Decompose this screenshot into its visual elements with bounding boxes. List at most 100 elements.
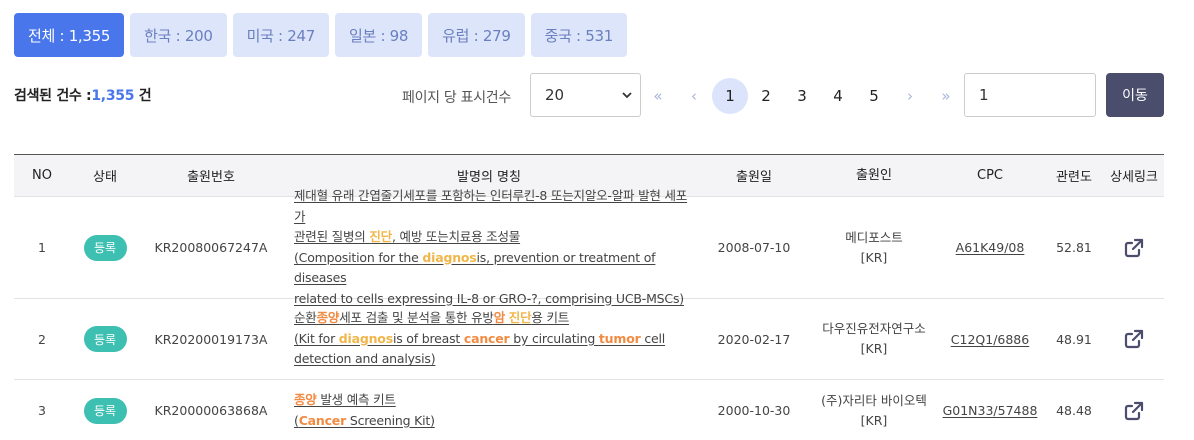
results-table: NO 상태 출원번호 발명의 명칭 출원일 출원인 CPC 관련도 상세링크 1… xyxy=(14,154,1164,440)
keyword-highlight: diagnos xyxy=(422,249,477,265)
tab-all[interactable]: 전체 : 1,355 xyxy=(14,13,125,57)
link-cell xyxy=(1104,399,1164,423)
row-no: 3 xyxy=(38,403,46,418)
title-text: (Composition for the xyxy=(294,249,423,265)
applicant-country: [KR] xyxy=(860,341,888,356)
header-title: 발명의 명칭 xyxy=(457,170,521,185)
pager-page-1[interactable]: 1 xyxy=(712,78,748,114)
cpc-cell: A61K49/08 xyxy=(936,240,1044,255)
external-link-icon[interactable] xyxy=(1122,236,1146,260)
goto-button[interactable]: 이동 xyxy=(1106,73,1164,117)
header-relevance: 관련도 xyxy=(1056,170,1092,185)
per-page-value: 20 xyxy=(545,86,565,104)
keyword-highlight: tumor xyxy=(598,330,641,346)
keyword-highlight: 진단 xyxy=(369,229,392,244)
table-row: 3 등록 KR20000063868A 종양 발생 예측 키트 (Cancer … xyxy=(14,379,1164,440)
title-text: , 예방 또는치료용 조성물 xyxy=(391,229,521,244)
invention-title-link[interactable]: 순환종양세포 검출 및 분석을 통한 유방암 진단용 키트 (Kit for d… xyxy=(282,308,696,370)
title-line: 종양 발생 예측 키트 xyxy=(294,390,696,411)
applicant: (주)자리타 바이오텍 [KR] xyxy=(812,391,936,431)
applicant: 메디포스트 [KR] xyxy=(812,228,936,268)
header-no: NO xyxy=(32,168,52,183)
status-cell: 등록 xyxy=(70,326,140,352)
header-appno: 출원번호 xyxy=(187,170,235,185)
cpc-link[interactable]: G01N33/57488 xyxy=(943,403,1038,418)
tab-japan[interactable]: 일본 : 98 xyxy=(334,13,423,57)
country-tabs: 전체 : 1,355 한국 : 200 미국 : 247 일본 : 98 유럽 … xyxy=(14,13,633,57)
header-date: 출원일 xyxy=(736,170,772,185)
per-page-select[interactable]: 20 xyxy=(530,73,641,117)
status-badge: 등록 xyxy=(83,397,127,424)
application-number: KR20200019173A xyxy=(154,331,268,347)
title-text: by circulating xyxy=(509,330,599,346)
applicant-name: 메디포스트 xyxy=(845,229,903,245)
per-page-label: 페이지 당 표시건수 xyxy=(402,90,511,106)
pager-prev[interactable]: ‹ xyxy=(676,78,712,114)
title-text: cell xyxy=(640,330,666,346)
external-link-icon[interactable] xyxy=(1122,327,1146,351)
table-row: 1 등록 KR20080067247A 제대혈 유래 간엽줄기세포를 포함하는 … xyxy=(14,188,1164,306)
header-cpc: CPC xyxy=(977,168,1003,183)
tab-europe[interactable]: 유럽 : 279 xyxy=(428,13,525,57)
tab-usa[interactable]: 미국 : 247 xyxy=(232,13,329,57)
pager-page-3[interactable]: 3 xyxy=(784,78,820,114)
goto-page-input[interactable]: 1 xyxy=(964,73,1096,117)
chevron-down-icon xyxy=(622,92,632,99)
row-no: 2 xyxy=(38,331,46,347)
relevance-score: 52.81 xyxy=(1056,240,1092,255)
application-number: KR20000063868A xyxy=(154,403,268,418)
tab-korea[interactable]: 한국 : 200 xyxy=(130,13,227,57)
title-line: (Cancer Screening Kit) xyxy=(294,411,696,432)
title-line: (Kit for diagnosis of breast cancer by c… xyxy=(294,329,696,350)
pager-page-4[interactable]: 4 xyxy=(820,78,856,114)
applicant-country: [KR] xyxy=(860,412,888,428)
title-line: detection and analysis) xyxy=(294,351,436,367)
header-applicant: 출원인 xyxy=(856,167,892,183)
title-text: 발생 예측 키트 xyxy=(316,392,396,407)
keyword-highlight: cancer xyxy=(463,330,510,346)
pager-first[interactable]: « xyxy=(640,78,676,114)
header-status: 상태 xyxy=(93,170,117,185)
title-text: 순환 xyxy=(294,310,317,326)
applicant: 다우진유전자연구소 [KR] xyxy=(812,319,936,359)
result-count-suffix: 건 xyxy=(134,88,152,104)
cpc-cell: G01N33/57488 xyxy=(936,403,1044,418)
application-date: 2000-10-30 xyxy=(717,403,791,418)
cpc-cell: C12Q1/6886 xyxy=(936,332,1044,347)
table-row: 2 등록 KR20200019173A 순환종양세포 검출 및 분석을 통한 유… xyxy=(14,298,1164,379)
applicant-name: 다우진유전자연구소 xyxy=(822,321,926,336)
invention-title-link[interactable]: 제대혈 유래 간엽줄기세포를 포함하는 인터루킨-8 또는지알오-알파 발현 세… xyxy=(282,186,696,309)
application-date: 2008-07-10 xyxy=(717,240,791,255)
title-line: 제대혈 유래 간엽줄기세포를 포함하는 인터루킨-8 또는지알오-알파 발현 세… xyxy=(294,188,688,224)
status-badge: 등록 xyxy=(83,326,127,352)
status-cell: 등록 xyxy=(70,234,140,261)
link-cell xyxy=(1104,236,1164,260)
keyword-highlight: diagnos xyxy=(338,330,393,346)
result-count-number: 1,355 xyxy=(91,88,135,104)
pager-last[interactable]: » xyxy=(928,78,964,114)
external-link-icon[interactable] xyxy=(1122,399,1146,423)
cpc-link[interactable]: A61K49/08 xyxy=(956,240,1025,255)
applicant-country: [KR] xyxy=(860,249,888,265)
title-text: is of breast xyxy=(392,330,464,346)
keyword-highlight: 암 xyxy=(493,310,506,326)
title-line: (Composition for the diagnosis, preventi… xyxy=(294,248,696,289)
title-text: (Kit for xyxy=(294,330,339,346)
pager-page-5[interactable]: 5 xyxy=(856,78,892,114)
relevance-score: 48.91 xyxy=(1056,331,1092,347)
cpc-link[interactable]: C12Q1/6886 xyxy=(951,332,1029,347)
pager-page-2[interactable]: 2 xyxy=(748,78,784,114)
invention-title-link[interactable]: 종양 발생 예측 키트 (Cancer Screening Kit) xyxy=(282,390,696,431)
status-cell: 등록 xyxy=(70,397,140,424)
header-link: 상세링크 xyxy=(1110,170,1158,185)
pager-next[interactable]: › xyxy=(892,78,928,114)
result-count-prefix: 검색된 건수 : xyxy=(14,88,92,104)
tab-china[interactable]: 중국 : 531 xyxy=(530,13,628,57)
title-line: 관련된 질병의 진단, 예방 또는치료용 조성물 xyxy=(294,227,696,248)
applicant-name: (주)자리타 바이오텍 xyxy=(821,392,927,408)
keyword-highlight: 진단 xyxy=(508,310,532,326)
status-badge: 등록 xyxy=(83,234,127,261)
title-text: Screening Kit) xyxy=(346,412,435,428)
row-no: 1 xyxy=(38,240,46,255)
goto-page-value: 1 xyxy=(979,86,989,104)
